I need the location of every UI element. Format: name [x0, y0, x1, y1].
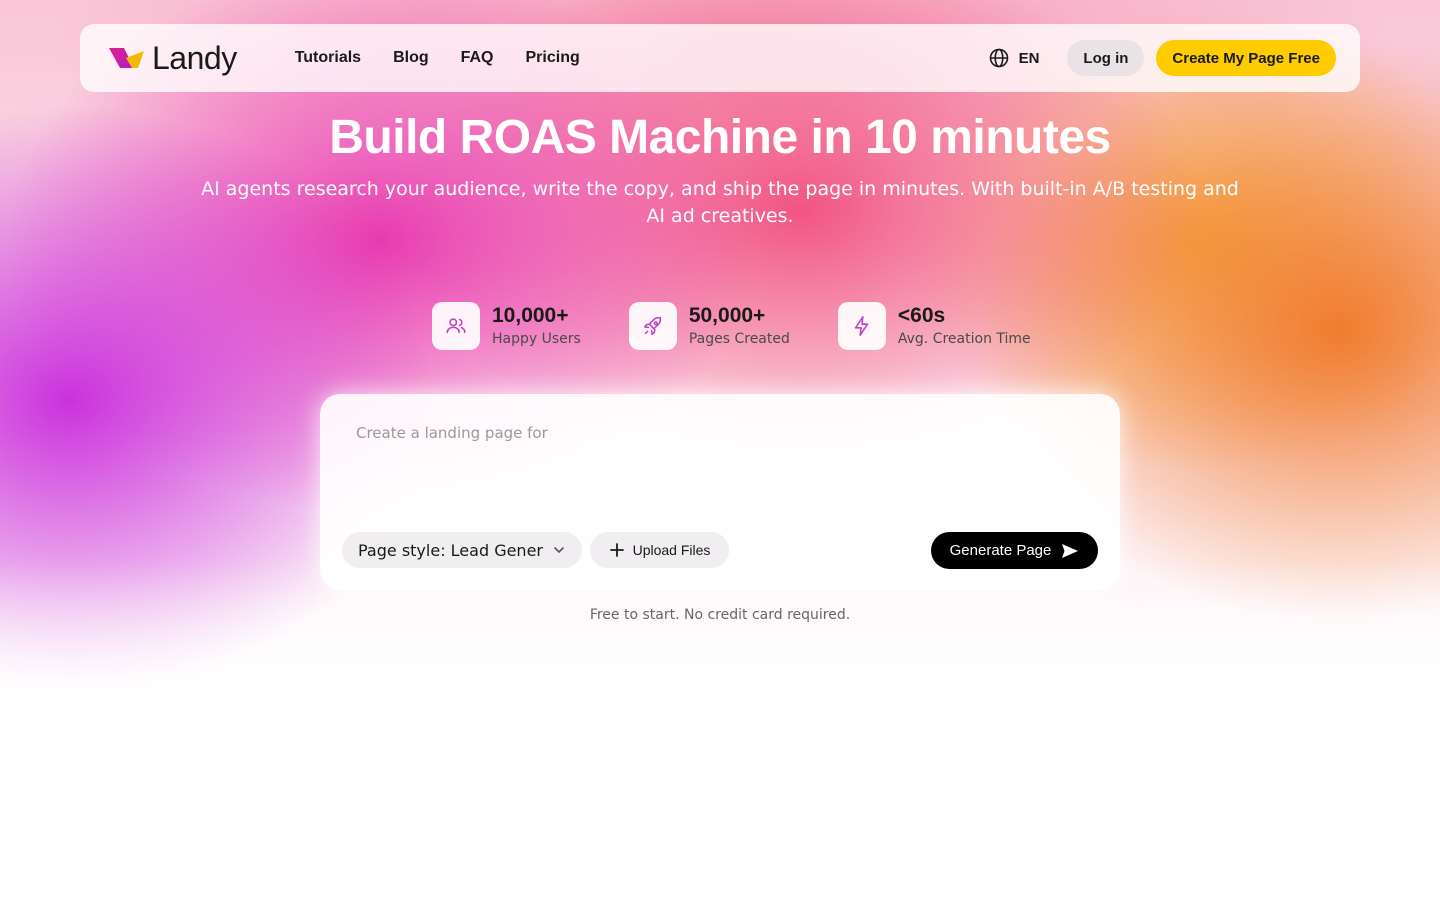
- upload-files-label: Upload Files: [632, 542, 711, 558]
- brand-name: Landy: [152, 39, 237, 76]
- chevron-down-icon: [554, 547, 564, 554]
- logo-mark-icon: [109, 48, 144, 68]
- top-nav: Landy Tutorials Blog FAQ Pricing EN Log …: [80, 24, 1360, 92]
- brand-logo[interactable]: Landy: [108, 40, 237, 77]
- nav-actions: EN Log in Create My Page Free: [973, 40, 1336, 76]
- stat-creation-time: <60s Avg. Creation Time: [837, 302, 1031, 350]
- stat-happy-users: 10,000+ Happy Users: [432, 302, 581, 350]
- free-start-note: Free to start. No credit card required.: [589, 607, 851, 623]
- stat-icon-box: [628, 302, 677, 350]
- stat-label: Happy Users: [492, 331, 581, 347]
- stat-label: Pages Created: [688, 331, 790, 347]
- generate-page-label: Generate Page: [949, 542, 1052, 559]
- page-style-select[interactable]: Page style: Lead Genera...: [342, 532, 582, 568]
- nav-link-faq[interactable]: FAQ: [461, 49, 494, 67]
- hero-title: Build ROAS Machine in 10 minutes: [329, 111, 1111, 164]
- stat-label: Avg. Creation Time: [897, 331, 1031, 347]
- nav-link-blog[interactable]: Blog: [393, 49, 429, 67]
- rocket-icon: [643, 316, 662, 336]
- login-button[interactable]: Log in: [1067, 40, 1145, 76]
- users-icon: [446, 318, 466, 334]
- globe-icon: [989, 48, 1008, 68]
- stat-pages-created: 50,000+ Pages Created: [628, 302, 790, 350]
- page-style-label: Page style: Lead Genera...: [358, 540, 544, 560]
- lightning-icon: [854, 316, 869, 336]
- language-switcher[interactable]: EN: [973, 40, 1056, 76]
- stat-value: <60s: [897, 304, 946, 327]
- create-page-free-button[interactable]: Create My Page Free: [1156, 40, 1336, 76]
- stat-icon-box: [432, 302, 480, 350]
- stat-value: 50,000+: [688, 304, 766, 327]
- upload-files-button[interactable]: Upload Files: [590, 532, 729, 568]
- prompt-input[interactable]: [356, 424, 1076, 514]
- nav-link-pricing[interactable]: Pricing: [526, 49, 580, 67]
- stat-icon-box: [837, 302, 886, 350]
- nav-links: Tutorials Blog FAQ Pricing: [295, 49, 580, 67]
- send-icon: [1062, 543, 1079, 558]
- hero-subtitle: AI agents research your audience, write …: [201, 178, 1239, 227]
- stat-value: 10,000+: [492, 304, 569, 327]
- generate-page-button[interactable]: Generate Page: [931, 532, 1098, 569]
- language-label: EN: [1018, 49, 1040, 67]
- plus-icon: [609, 543, 624, 557]
- nav-link-tutorials[interactable]: Tutorials: [295, 49, 361, 67]
- stats-row: 10,000+ Happy Users 50,000+ Pages Create…: [432, 302, 1031, 350]
- prompt-card: Page style: Lead Genera... Upload Files …: [320, 394, 1120, 590]
